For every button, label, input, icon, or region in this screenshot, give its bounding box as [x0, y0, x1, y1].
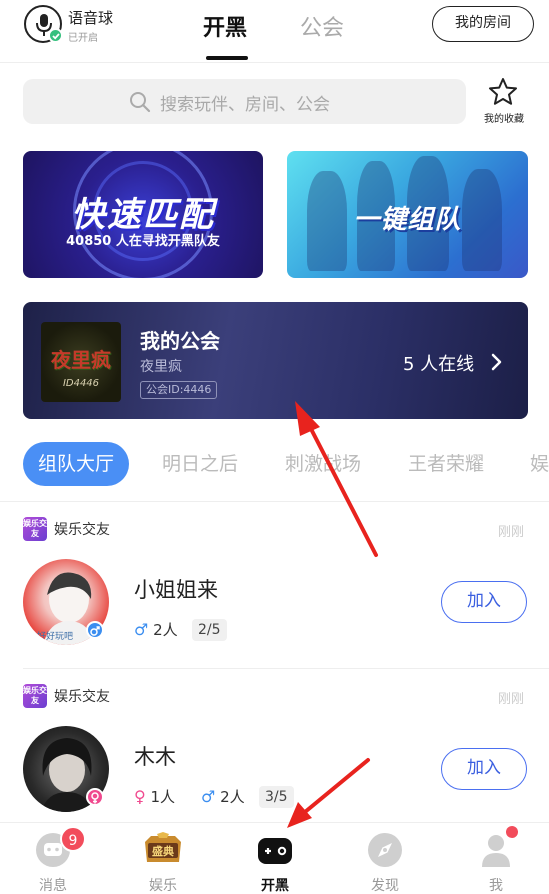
search-icon [130, 92, 151, 113]
voice-ball-title[interactable]: 语音球 [68, 7, 113, 28]
avatar-caption: 好好玩吧 [37, 632, 74, 642]
guild-section-title: 我的公会 [140, 329, 220, 353]
nav-item-me[interactable]: 我 [461, 823, 531, 894]
shengdian-icon: 盛典 [141, 832, 185, 868]
guild-id-badge: 公会ID:4446 [140, 381, 218, 399]
guild-logo: 夜里疯 ID4446 [41, 322, 121, 402]
star-icon[interactable] [488, 77, 518, 107]
join-button[interactable]: 加入 [441, 581, 527, 623]
quick-match-subtitle: 40850 人在寻找开黑队友 [66, 234, 220, 249]
nav-label-entertainment: 娱乐 [149, 878, 177, 894]
male-count-stat: ♂ 2人 [201, 786, 245, 808]
guild-logo-id: ID4446 [62, 378, 100, 389]
team-up-title: 一键组队 [353, 205, 462, 235]
notification-dot [506, 826, 518, 838]
my-guild-card[interactable]: 夜里疯 ID4446 我的公会 夜里疯 公会ID:4446 5 人在线 [23, 302, 528, 419]
chevron-right-icon [491, 353, 502, 371]
nav-label-kaihei: 开黑 [261, 878, 289, 894]
category-tab-lobby[interactable]: 组队大厅 [23, 442, 130, 486]
nav-item-entertainment[interactable]: 盛典 娱乐 [128, 823, 198, 894]
category-tab-wangzhe[interactable]: 王者荣耀 [408, 442, 484, 486]
category-tab-yule[interactable]: 娱 [530, 442, 549, 486]
compass-icon [367, 832, 403, 868]
voice-ball-enabled-check-icon [48, 28, 63, 43]
female-symbol-icon: ♀ [134, 787, 146, 806]
tab-kaihei[interactable]: 开黑 [203, 10, 247, 42]
guild-online-count: 5 人在线 [403, 354, 475, 375]
guild-logo-text: 夜里疯 [51, 348, 111, 372]
category-tab-ciji[interactable]: 刺激战场 [285, 442, 361, 486]
female-count: 1人 [150, 788, 176, 806]
male-symbol-icon: ♂ [134, 620, 149, 639]
male-count: 2人 [153, 621, 178, 639]
active-tab-indicator [206, 56, 248, 60]
my-room-button[interactable]: 我的房间 [432, 6, 534, 42]
bottom-navigation: 消息 9 盛典 娱乐 开黑 发现 我 [0, 822, 549, 894]
quick-match-banner[interactable]: 快速匹配 40850 人在寻找开黑队友 [23, 151, 263, 278]
join-button[interactable]: 加入 [441, 748, 527, 790]
room-list-item[interactable]: 娱乐交友 娱乐交友 刚刚 好好玩吧 小姐姐来 ♂ 2人 2/5 加入 [0, 502, 549, 669]
header-divider [0, 62, 549, 63]
voice-ball-status: 已开启 [68, 33, 98, 44]
nav-item-discover[interactable]: 发现 [350, 823, 420, 894]
shengdian-icon-text: 盛典 [152, 845, 174, 858]
male-count-stat: ♂ 2人 [134, 619, 178, 641]
entertainment-tag-icon: 娱乐交友 [23, 684, 47, 708]
gamepad-icon [257, 832, 293, 868]
room-capacity: 2/5 [192, 619, 227, 641]
room-time: 刚刚 [498, 525, 525, 540]
room-tag: 娱乐交友 [54, 522, 110, 538]
room-capacity: 3/5 [259, 786, 294, 808]
tab-gonghui[interactable]: 公会 [300, 10, 344, 42]
male-gender-badge-icon [86, 621, 104, 639]
male-count: 2人 [220, 788, 245, 806]
team-up-banner[interactable]: 一键组队 [287, 151, 528, 278]
guild-name: 夜里疯 [140, 359, 182, 375]
search-input[interactable]: 搜索玩伴、房间、公会 [23, 79, 466, 124]
nav-label-message: 消息 [39, 878, 67, 894]
female-gender-badge-icon [86, 788, 104, 806]
male-symbol-icon: ♂ [201, 787, 216, 806]
room-tag: 娱乐交友 [54, 689, 110, 705]
entertainment-tag-icon: 娱乐交友 [23, 517, 47, 541]
room-name: 小姐姐来 [134, 578, 218, 602]
unread-badge: 9 [60, 826, 86, 852]
favorites-label[interactable]: 我的收藏 [476, 110, 532, 125]
nav-label-discover: 发现 [371, 878, 399, 894]
nav-label-me: 我 [489, 878, 503, 894]
room-time: 刚刚 [498, 692, 525, 707]
category-tab-mingri[interactable]: 明日之后 [162, 442, 238, 486]
top-header: 语音球 已开启 开黑 公会 我的房间 [0, 0, 549, 62]
category-tabs: 组队大厅 明日之后 刺激战场 王者荣耀 娱 [0, 442, 549, 492]
nav-item-kaihei[interactable]: 开黑 [240, 823, 310, 894]
room-name: 木木 [134, 745, 176, 769]
quick-match-title: 快速匹配 [71, 195, 215, 235]
search-placeholder: 搜索玩伴、房间、公会 [160, 95, 330, 115]
female-count-stat: ♀ 1人 [134, 786, 175, 808]
room-list-item[interactable]: 娱乐交友 娱乐交友 刚刚 木木 ♀ 1人 ♂ 2人 3/5 加入 [0, 669, 549, 834]
